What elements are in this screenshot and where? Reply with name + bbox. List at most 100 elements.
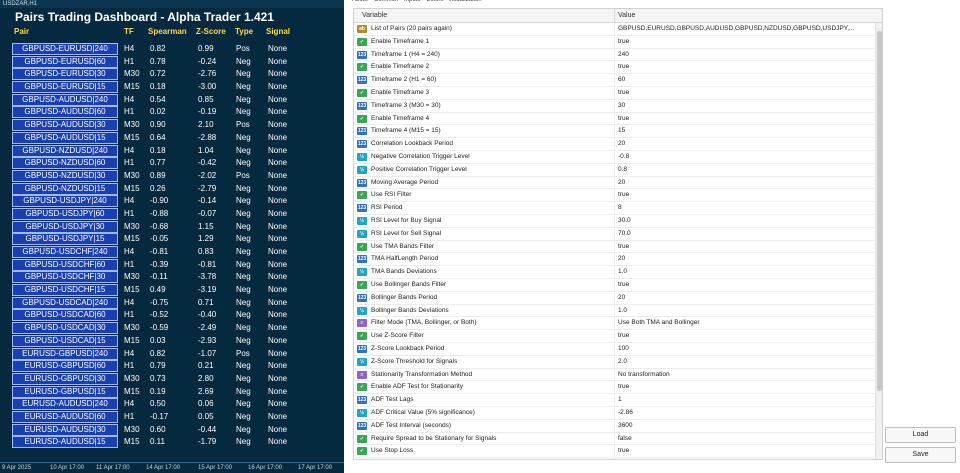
load-button[interactable]: Load <box>885 427 956 443</box>
scrollbar-thumb[interactable] <box>877 31 882 391</box>
pair-button[interactable]: GBPUSD-USDCHF|60 <box>12 258 118 271</box>
param-row[interactable]: ½ Positive Correlation Trigger Level 0.8 <box>354 163 874 177</box>
param-value[interactable]: 30 <box>615 100 871 112</box>
pair-button[interactable]: GBPUSD-EURUSD|15 <box>12 81 118 94</box>
pair-button[interactable]: EURUSD-AUDUSD|15 <box>12 436 118 449</box>
pair-button[interactable]: GBPUSD-USDJPY|60 <box>12 207 118 220</box>
param-value[interactable]: 0.8 <box>615 164 871 176</box>
param-value[interactable]: 1.0 <box>615 305 871 317</box>
column-value[interactable]: Value <box>618 9 635 23</box>
param-row[interactable]: 123 Correlation Lookback Period 20 <box>354 138 874 151</box>
param-value[interactable]: true <box>615 381 871 393</box>
pair-button[interactable]: GBPUSD-USDCHF|240 <box>12 246 118 258</box>
param-value[interactable]: No transformation <box>615 369 871 381</box>
pair-button[interactable]: GBPUSD-AUDUSD|15 <box>12 131 118 144</box>
tab-visualization[interactable]: Visualization <box>448 0 482 3</box>
param-row[interactable]: 123 Timeframe 2 (H1 = 60) 60 <box>354 74 874 87</box>
param-value[interactable]: true <box>615 61 871 73</box>
param-row[interactable]: ½ Negative Correlation Trigger Level -0.8 <box>354 150 874 164</box>
pair-button[interactable]: GBPUSD-USDCHF|15 <box>12 284 118 297</box>
pair-button[interactable]: EURUSD-AUDUSD|60 <box>12 410 118 423</box>
param-row[interactable]: ✓ Enable Timeframe 4 true <box>354 112 874 126</box>
param-row[interactable]: ≡ Stationarity Transformation Method No tr… <box>354 368 874 382</box>
pair-button[interactable]: GBPUSD-EURUSD|30 <box>12 68 118 81</box>
param-row[interactable]: ✓ Enable Timeframe 1 true <box>354 35 874 49</box>
param-row[interactable]: 123 Timeframe 1 (H4 = 240) 240 <box>354 48 874 62</box>
pair-button[interactable]: GBPUSD-NZDUSD|240 <box>12 144 118 157</box>
pair-button[interactable]: GBPUSD-USDCAD|240 <box>12 296 118 309</box>
pair-button[interactable]: GBPUSD-AUDUSD|60 <box>12 106 118 119</box>
param-value[interactable]: 30.0 <box>615 215 871 227</box>
param-value[interactable]: true <box>615 113 871 125</box>
pair-button[interactable]: GBPUSD-USDCAD|30 <box>12 322 118 335</box>
param-value[interactable]: 20 <box>615 253 871 265</box>
param-row[interactable]: ✓ Use Bollinger Bands Filter true <box>354 278 874 292</box>
param-value[interactable]: GBPUSD,EURUSD,GBPUSD,AUDUSD,GBPUSD,NZDUS… <box>615 23 871 35</box>
pair-button[interactable]: EURUSD-GBPUSD|240 <box>12 347 118 360</box>
param-value[interactable]: 20 <box>615 138 871 150</box>
param-value[interactable]: true <box>615 279 871 291</box>
param-row[interactable]: ½ Bollinger Bands Deviations 1.0 <box>354 304 874 318</box>
pair-button[interactable]: EURUSD-AUDUSD|30 <box>12 423 118 436</box>
tab-about[interactable]: About <box>352 0 368 3</box>
pair-button[interactable]: GBPUSD-EURUSD|60 <box>12 55 118 68</box>
param-row[interactable]: ✓ Require Spread to be Stationary for Sig… <box>354 432 874 446</box>
param-value[interactable]: 100 <box>615 343 871 355</box>
tab-colors[interactable]: Colors <box>426 0 443 3</box>
pair-button[interactable]: GBPUSD-EURUSD|240 <box>12 43 118 55</box>
param-row[interactable]: ½ RSI Level for Sell Signal 70.0 <box>354 227 874 241</box>
pair-button[interactable]: EURUSD-GBPUSD|60 <box>12 360 118 373</box>
tab-common[interactable]: Common <box>374 0 398 3</box>
param-row[interactable]: 123 Z-Score Lookback Period 100 <box>354 342 874 356</box>
pair-button[interactable]: GBPUSD-NZDUSD|15 <box>12 182 118 195</box>
param-row[interactable]: ✓ Enable ADF Test for Stationarity true <box>354 381 874 395</box>
param-value[interactable]: 20 <box>615 177 871 189</box>
param-value[interactable]: true <box>615 445 871 457</box>
column-variable[interactable]: Variable <box>362 9 387 23</box>
param-row[interactable]: 123 RSI Period 8 <box>354 202 874 215</box>
pair-button[interactable]: GBPUSD-AUDUSD|240 <box>12 93 118 106</box>
param-value[interactable]: false <box>615 433 871 445</box>
param-row[interactable]: ab List of Pairs (20 pairs again) GBPUSD,E… <box>354 23 874 36</box>
param-row[interactable]: 123 ADF Test Lags 1 <box>354 394 874 407</box>
param-value[interactable]: true <box>615 189 871 201</box>
pair-button[interactable]: GBPUSD-NZDUSD|30 <box>12 169 118 182</box>
pair-button[interactable]: GBPUSD-USDJPY|240 <box>12 195 118 208</box>
param-row[interactable]: ✓ Use TMA Bands Filter true <box>354 240 874 254</box>
param-value[interactable]: 1.0 <box>615 266 871 278</box>
param-row[interactable]: ✓ Use Stop Loss true <box>354 445 874 459</box>
param-value[interactable]: Use Both TMA and Bollinger <box>615 317 871 329</box>
param-row[interactable]: ½ TMA Bands Deviations 1.0 <box>354 266 874 279</box>
param-value[interactable]: true <box>615 36 871 48</box>
pair-button[interactable]: EURUSD-AUDUSD|240 <box>12 398 118 411</box>
param-row[interactable]: ½ ADF Critical Value (5% significance) -2.… <box>354 406 874 420</box>
param-value[interactable]: 70.0 <box>615 228 871 240</box>
param-row[interactable]: 123 Bollinger Bands Period 20 <box>354 291 874 305</box>
param-value[interactable]: 2.0 <box>615 356 871 368</box>
param-value[interactable]: 15 <box>615 125 871 137</box>
param-row[interactable]: ½ RSI Level for Buy Signal 30.0 <box>354 214 874 228</box>
trading-chart[interactable]: USDZAR,H1 Pairs Trading Dashboard - Alph… <box>0 0 344 473</box>
param-row[interactable]: ✓ Enable Timeframe 3 true <box>354 86 874 100</box>
param-row[interactable]: 123 TMA HalfLength Period 20 <box>354 253 874 267</box>
param-row[interactable]: 123 Timeframe 4 (M15 = 15) 15 <box>354 125 874 139</box>
param-value[interactable]: 240 <box>615 49 871 61</box>
param-row[interactable]: ½ Z-Score Threshold for Signals 2.0 <box>354 355 874 369</box>
param-value[interactable]: 1 <box>615 394 871 406</box>
param-value[interactable]: true <box>615 87 871 99</box>
grid-scrollbar[interactable] <box>875 23 882 459</box>
param-row[interactable]: ✓ Use RSI Filter true <box>354 189 874 203</box>
pair-button[interactable]: GBPUSD-AUDUSD|30 <box>12 119 118 132</box>
param-row[interactable]: 123 Timeframe 3 (M30 = 30) 30 <box>354 99 874 113</box>
param-value[interactable]: 20 <box>615 292 871 304</box>
param-row[interactable]: ≡ Filter Mode (TMA, Bollinger, or Both) Us… <box>354 317 874 331</box>
pair-button[interactable]: GBPUSD-USDCHF|30 <box>12 271 118 284</box>
param-row[interactable]: 123 Moving Average Period 20 <box>354 176 874 190</box>
pair-button[interactable]: GBPUSD-USDJPY|15 <box>12 233 118 246</box>
param-value[interactable]: -0.8 <box>615 151 871 163</box>
pair-button[interactable]: EURUSD-GBPUSD|30 <box>12 372 118 385</box>
param-row[interactable]: ✓ Use Z-Score Filter true <box>354 330 874 343</box>
pair-button[interactable]: GBPUSD-NZDUSD|60 <box>12 157 118 170</box>
param-value[interactable]: -2.86 <box>615 407 871 419</box>
param-value[interactable]: 8 <box>615 202 871 214</box>
